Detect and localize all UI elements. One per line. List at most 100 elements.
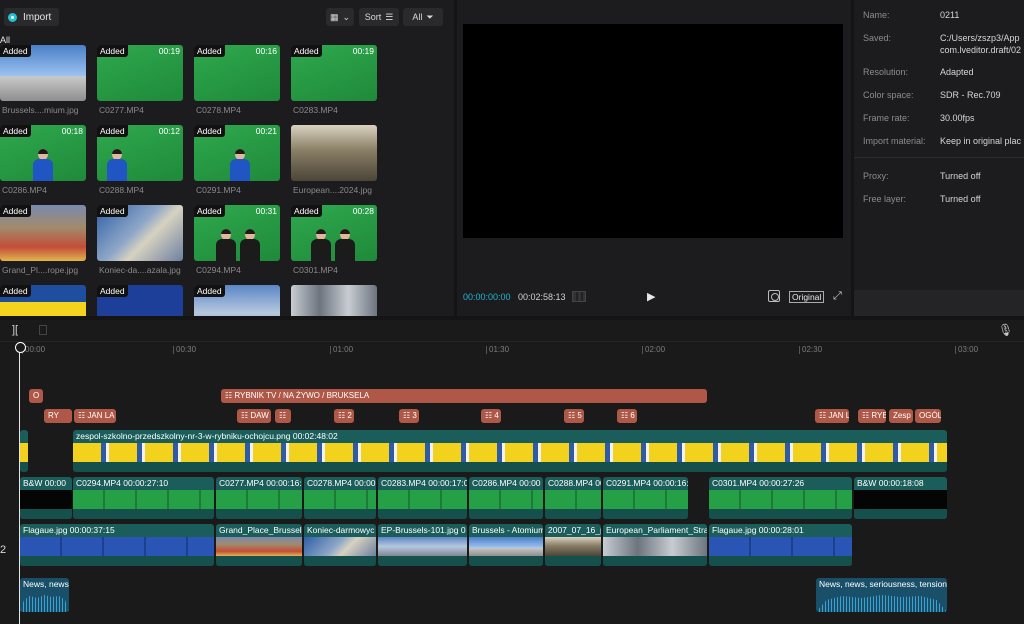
media-thumbnail[interactable]: Added <box>0 205 86 261</box>
text-clip[interactable]: ☷ 6 <box>617 409 637 423</box>
video-clip[interactable]: C0294.MP4 00:00:27:10 <box>73 477 214 519</box>
text-clip[interactable]: ☷ 2 <box>334 409 354 423</box>
media-thumbnail[interactable]: Added 00:28 <box>291 205 377 261</box>
media-filename: C0301.MP4 <box>293 265 338 275</box>
video-clip[interactable]: C0283.MP4 00:00:17:0 <box>378 477 467 519</box>
text-clip[interactable]: ☷ RYBNIK TV / NA ŻYWO / BRUKSELA <box>221 389 707 403</box>
image-clip[interactable]: Koniec-darmowyc <box>304 524 376 566</box>
sort-icon: ☰ <box>385 11 394 22</box>
grid-view-icon: ▦ <box>329 11 339 22</box>
added-badge: Added <box>291 45 322 57</box>
added-badge: Added <box>0 205 31 217</box>
fullscreen-icon[interactable]: ⤢ <box>833 290 842 303</box>
text-clip[interactable]: O <box>29 389 43 403</box>
overlay-clip[interactable]: zespol-szkolno-przedszkolny-nr-3-w-rybni… <box>73 430 947 472</box>
image-clip[interactable]: Grand_Place_Brussels <box>216 524 302 566</box>
clip-bar <box>216 556 302 566</box>
filter-category-all[interactable]: All <box>0 35 10 45</box>
clip-label: C0291.MP4 00:00:16:2 <box>606 478 688 488</box>
time-ruler[interactable]: 00:00 00:30 01:00 01:30 02:00 02:30 03:0… <box>0 342 1024 356</box>
text-clip[interactable]: Zesp <box>889 409 913 423</box>
added-badge: Added <box>97 45 128 57</box>
audio-clip[interactable]: News, news, <box>20 578 69 612</box>
text-clip[interactable]: OGÓL <box>915 409 941 423</box>
clip-bar <box>73 462 947 472</box>
ruler-tick: 03:00 <box>954 345 979 354</box>
media-duration: 00:12 <box>158 126 180 136</box>
media-thumbnail[interactable]: Added <box>194 285 280 316</box>
media-thumbnail[interactable]: Added <box>0 45 86 101</box>
player-viewport[interactable] <box>463 24 843 238</box>
text-clip[interactable]: ☷ JAN L <box>815 409 849 423</box>
clip-label: News, news, seriousness, tension(1 <box>819 579 947 589</box>
image-clip[interactable]: European_Parliament_Stras <box>603 524 707 566</box>
clip-label: C0288.MP4 00:00 <box>548 478 601 488</box>
text-clip[interactable]: ☷ JAN LA <box>74 409 116 423</box>
video-clip[interactable]: B&W 00:00:18:08 <box>854 477 947 519</box>
text-clip[interactable]: ☷ 5 <box>564 409 584 423</box>
image-clip[interactable]: Flagaue.jpg 00:00:37:15 <box>20 524 214 566</box>
text-clip[interactable]: RY <box>44 409 72 423</box>
video-clip[interactable]: C0277.MP4 00:00:16: <box>216 477 302 519</box>
video-clip[interactable]: C0288.MP4 00:00 <box>545 477 601 519</box>
media-thumbnail[interactable]: Added 00:21 <box>194 125 280 181</box>
media-thumbnail[interactable]: Added <box>97 285 183 316</box>
media-filename: Brussels....mium.jpg <box>2 105 79 115</box>
view-mode-button[interactable]: ▦ ⌄ <box>326 8 354 26</box>
text-clip[interactable]: ☷ 3 <box>399 409 419 423</box>
detail-label: Proxy: <box>863 171 889 181</box>
video-clip[interactable]: B&W 00:00 <box>20 477 72 519</box>
media-thumbnail[interactable]: Added 00:12 <box>97 125 183 181</box>
filter-label: All <box>412 12 423 22</box>
media-thumbnail[interactable]: Added <box>0 285 86 316</box>
image-clip[interactable]: Brussels - Atomium <box>469 524 543 566</box>
media-panel: Import ▦ ⌄ Sort ☰ All ⏷ All Added Brussels.… <box>0 0 454 316</box>
added-badge: Added <box>194 285 225 297</box>
crop-icon[interactable] <box>768 290 780 302</box>
original-ratio-button[interactable]: Original <box>789 291 825 303</box>
media-thumbnail[interactable]: Added 00:16 <box>194 45 280 101</box>
media-filename: C0294.MP4 <box>196 265 241 275</box>
clip-filmstrip <box>73 443 947 462</box>
timecode-grid-icon[interactable] <box>572 291 586 302</box>
media-thumbnail[interactable]: Added <box>97 205 183 261</box>
delete-icon[interactable] <box>39 325 47 335</box>
clip-label: C0286.MP4 00:00 <box>472 478 541 488</box>
playhead[interactable] <box>15 342 26 624</box>
play-icon[interactable]: ▶ <box>647 290 655 303</box>
video-clip[interactable]: C0301.MP4 00:00:27:26 <box>709 477 852 519</box>
media-duration: 00:31 <box>255 206 277 216</box>
clip-filmstrip <box>73 490 214 509</box>
media-thumbnail[interactable]: Added 00:19 <box>291 45 377 101</box>
split-icon[interactable]: ][ <box>12 324 18 336</box>
media-thumbnail[interactable]: Added 00:19 <box>97 45 183 101</box>
media-thumbnail[interactable]: Added 00:31 <box>194 205 280 261</box>
media-thumbnail[interactable]: Added 00:18 <box>0 125 86 181</box>
clip-bar <box>603 556 707 566</box>
import-button[interactable]: Import <box>4 8 60 26</box>
microphone-icon[interactable]: 🎙 <box>998 323 1013 337</box>
filter-button[interactable]: All ⏷ <box>403 8 443 26</box>
ruler-tick: 00:00 <box>21 345 46 354</box>
media-filename: C0278.MP4 <box>196 105 241 115</box>
video-clip[interactable]: C0278.MP4 00:00 <box>304 477 376 519</box>
media-thumbnail[interactable] <box>291 125 377 181</box>
clip-label: Flagaue.jpg 00:00:28:01 <box>712 525 804 535</box>
media-thumbnail[interactable] <box>291 285 377 316</box>
image-clip[interactable]: Flagaue.jpg 00:00:28:01 <box>709 524 852 566</box>
video-clip[interactable]: C0286.MP4 00:00 <box>469 477 543 519</box>
audio-clip[interactable]: News, news, seriousness, tension(1 <box>816 578 947 612</box>
text-clip[interactable]: ☷ 4 <box>481 409 501 423</box>
overlay-clip[interactable] <box>20 430 28 472</box>
added-badge: Added <box>97 285 128 297</box>
sort-button[interactable]: Sort ☰ <box>359 8 399 26</box>
media-filename: C0288.MP4 <box>99 185 144 195</box>
image-clip[interactable]: 2007_07_16_p <box>545 524 601 566</box>
ruler-tick: 00:30 <box>172 345 197 354</box>
text-clip[interactable]: ☷ <box>275 409 291 423</box>
timeline-panel: ][ 🎙 00:00 00:30 01:00 01:30 02:00 02:30… <box>0 320 1024 624</box>
video-clip[interactable]: C0291.MP4 00:00:16:2 <box>603 477 688 519</box>
text-clip[interactable]: ☷ RYB <box>858 409 886 423</box>
text-clip[interactable]: ☷ DAW <box>237 409 271 423</box>
image-clip[interactable]: EP-Brussels-101.jpg 0 <box>378 524 467 566</box>
